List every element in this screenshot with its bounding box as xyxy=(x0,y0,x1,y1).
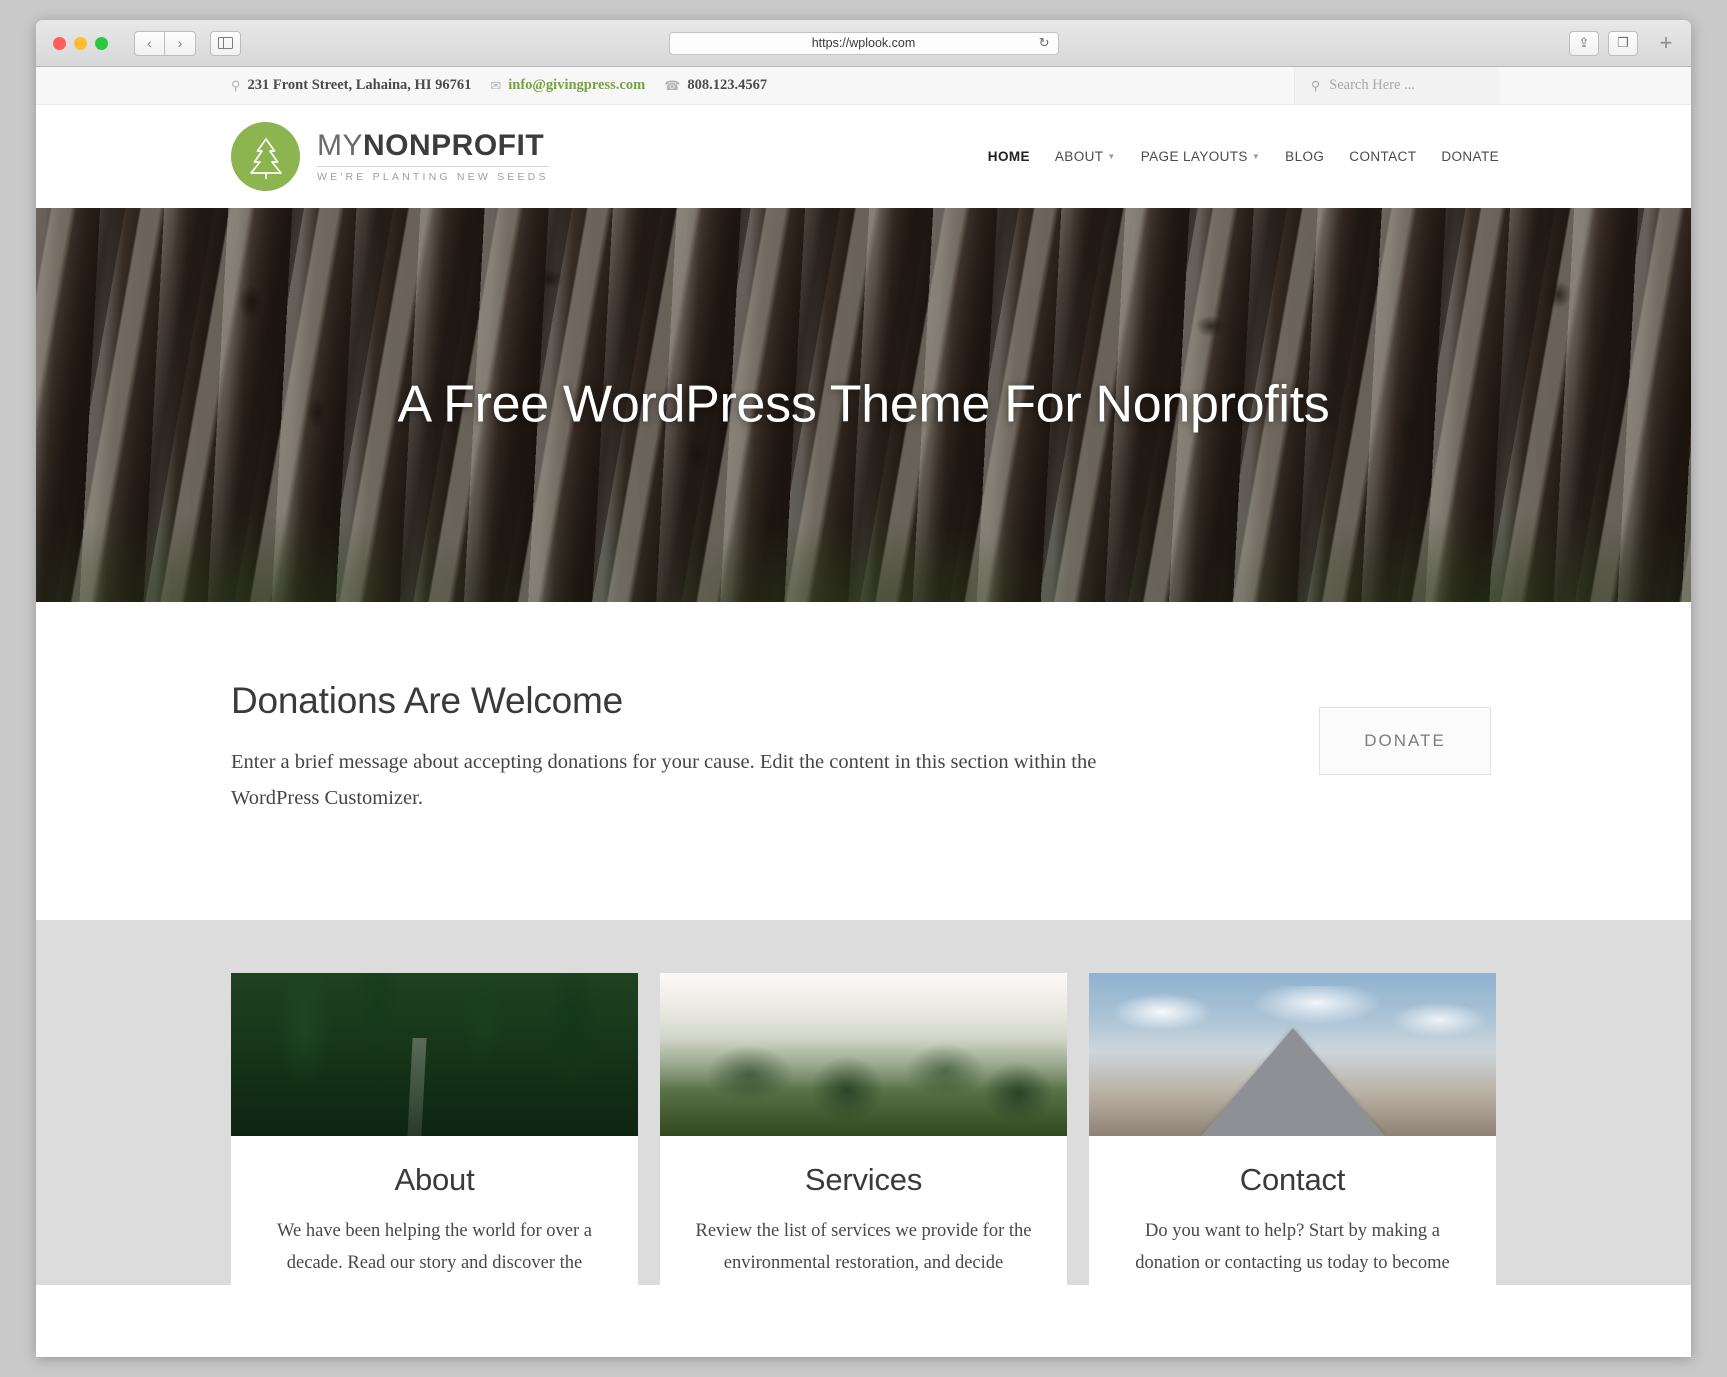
site-brand[interactable]: MYNONPROFIT WE'RE PLANTING NEW SEEDS xyxy=(231,122,549,191)
browser-toolbar-right: ⇪ ❐ + xyxy=(1569,30,1679,56)
phone-icon: ☎ xyxy=(664,77,681,93)
nav-item-home-label: HOME xyxy=(987,149,1030,164)
show-tabs-button[interactable]: ❐ xyxy=(1608,30,1638,56)
sidebar-toggle-icon xyxy=(218,37,233,49)
card-about-text: We have been helping the world for over … xyxy=(277,1221,592,1273)
card-services-title: Services xyxy=(804,1162,923,1197)
browser-titlebar: ‹ › https://wplook.com ↻ ⇪ ❐ + xyxy=(36,20,1691,67)
snowy-mountain-image xyxy=(1089,973,1496,1136)
main-navigation: HOME ABOUT ▼ PAGE LAYOUTS ▼ BLOG CONTACT xyxy=(988,149,1499,164)
card-about-body: About We have been helping the world for… xyxy=(231,1136,638,1280)
brand-divider xyxy=(317,166,549,168)
site-header: MYNONPROFIT WE'RE PLANTING NEW SEEDS HOM… xyxy=(36,105,1691,208)
nav-item-about-label: ABOUT xyxy=(1054,149,1104,164)
chevron-left-icon: ‹ xyxy=(147,35,152,51)
card-contact-title: Contact xyxy=(1239,1162,1346,1197)
share-icon: ⇪ xyxy=(1578,35,1590,50)
card-services-body: Services Review the list of services we … xyxy=(660,1136,1067,1280)
nav-item-donate[interactable]: DONATE xyxy=(1441,149,1499,164)
brand-text: MYNONPROFIT WE'RE PLANTING NEW SEEDS xyxy=(317,130,549,184)
nav-item-blog-label: BLOG xyxy=(1285,149,1325,164)
search-box[interactable]: ⚲ xyxy=(1294,67,1499,104)
nav-item-contact-label: CONTACT xyxy=(1349,149,1417,164)
site-topbar: ⚲ 231 Front Street, Lahaina, HI 96761 ✉ … xyxy=(36,67,1691,105)
nav-item-contact[interactable]: CONTACT xyxy=(1349,149,1416,164)
foggy-forest-image xyxy=(660,973,1067,1136)
maximize-window-button[interactable] xyxy=(95,36,108,50)
donation-section: Donations Are Welcome Enter a brief mess… xyxy=(36,602,1691,920)
donation-content: Donations Are Welcome Enter a brief mess… xyxy=(231,602,1131,817)
nav-item-blog[interactable]: BLOG xyxy=(1285,149,1324,164)
search-input[interactable] xyxy=(1329,77,1480,94)
email-link[interactable]: info@givingpress.com xyxy=(508,77,645,94)
card-contact-body: Contact Do you want to help? Start by ma… xyxy=(1089,1136,1496,1280)
back-button[interactable]: ‹ xyxy=(134,30,165,56)
forward-button[interactable]: › xyxy=(165,30,196,56)
forest-road-image xyxy=(231,973,638,1136)
nav-item-page-layouts[interactable]: PAGE LAYOUTS ▼ xyxy=(1141,149,1260,164)
close-window-button[interactable] xyxy=(53,36,66,50)
share-button[interactable]: ⇪ xyxy=(1569,30,1599,56)
show-tabs-icon: ❐ xyxy=(1617,35,1629,50)
brand-title: MYNONPROFIT xyxy=(317,130,549,162)
chevron-down-icon: ▼ xyxy=(1107,152,1116,161)
donate-button[interactable]: DONATE xyxy=(1319,707,1491,775)
nav-item-about[interactable]: ABOUT ▼ xyxy=(1055,149,1116,164)
donation-description: Enter a brief message about accepting do… xyxy=(231,751,1097,810)
new-tab-button[interactable]: + xyxy=(1653,30,1679,56)
donation-title: Donations Are Welcome xyxy=(231,680,624,721)
card-services[interactable]: Services Review the list of services we … xyxy=(660,973,1067,1285)
address-bar-wrapper: https://wplook.com ↻ xyxy=(668,31,1059,55)
hero-title: A Free WordPress Theme For Nonprofits xyxy=(397,375,1330,434)
address-bar-url: https://wplook.com xyxy=(811,36,916,50)
phone-text: 808.123.4567 xyxy=(687,77,768,93)
card-services-text: Review the list of services we provide f… xyxy=(695,1221,1032,1273)
brand-name-light: MY xyxy=(317,128,363,162)
card-contact-text: Do you want to help? Start by making a d… xyxy=(1135,1221,1450,1273)
brand-tagline: WE'RE PLANTING NEW SEEDS xyxy=(317,171,549,184)
chevron-right-icon: › xyxy=(177,35,183,51)
map-pin-icon: ⚲ xyxy=(231,77,241,93)
nav-item-donate-label: DONATE xyxy=(1441,149,1499,164)
card-about[interactable]: About We have been helping the world for… xyxy=(231,973,638,1285)
card-about-title: About xyxy=(394,1162,475,1197)
envelope-icon: ✉ xyxy=(490,77,502,93)
address-bar[interactable]: https://wplook.com ↻ xyxy=(668,31,1059,55)
sidebar-toggle-button[interactable] xyxy=(210,30,241,56)
address-text: 231 Front Street, Lahaina, HI 96761 xyxy=(247,77,472,93)
reload-icon[interactable]: ↻ xyxy=(1039,35,1050,51)
contact-info-group: ⚲ 231 Front Street, Lahaina, HI 96761 ✉ … xyxy=(231,77,767,94)
chevron-down-icon: ▼ xyxy=(1251,152,1261,161)
nav-item-home[interactable]: HOME xyxy=(988,149,1030,164)
brand-name-bold: NONPROFIT xyxy=(363,128,545,162)
brand-logo-mark xyxy=(231,122,300,191)
traffic-lights xyxy=(53,36,108,50)
address-info: ⚲ 231 Front Street, Lahaina, HI 96761 xyxy=(231,77,471,94)
feature-cards-section: About We have been helping the world for… xyxy=(36,920,1691,1285)
plus-icon: + xyxy=(1659,30,1673,55)
minimize-window-button[interactable] xyxy=(74,36,87,50)
hero-banner: A Free WordPress Theme For Nonprofits xyxy=(36,208,1691,602)
email-info[interactable]: ✉ info@givingpress.com xyxy=(490,77,645,94)
search-icon: ⚲ xyxy=(1311,79,1321,93)
browser-window: ‹ › https://wplook.com ↻ ⇪ ❐ + ⚲ 231 Fro… xyxy=(36,20,1691,1357)
nav-item-page-layouts-label: PAGE LAYOUTS xyxy=(1140,149,1248,164)
browser-nav-buttons: ‹ › xyxy=(134,30,241,56)
page-viewport: ⚲ 231 Front Street, Lahaina, HI 96761 ✉ … xyxy=(36,67,1691,1357)
card-contact[interactable]: Contact Do you want to help? Start by ma… xyxy=(1089,973,1496,1285)
phone-info: ☎ 808.123.4567 xyxy=(664,77,767,94)
pine-tree-icon xyxy=(249,137,282,179)
